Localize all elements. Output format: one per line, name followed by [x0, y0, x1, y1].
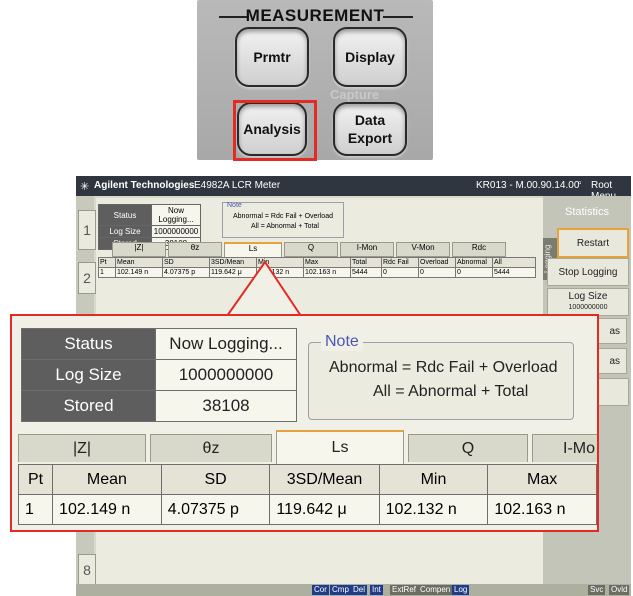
- zoom-cell-pt: 1: [17, 494, 54, 525]
- zoom-col-max: Max: [487, 464, 597, 495]
- zoom-col-sd: SD: [160, 464, 271, 495]
- tab-theta-z[interactable]: θz: [150, 434, 272, 462]
- zoom-log-size-value: 1000000000: [155, 359, 297, 391]
- zoom-log-size-label: Log Size: [21, 359, 156, 391]
- parameter-tabs: |Z| θz Ls Q I-Mo: [18, 430, 597, 464]
- zoom-col-pt: Pt: [17, 464, 54, 495]
- note-line-1: Abnormal = Rdc Fail + Overload: [329, 359, 558, 376]
- zoom-cell-sd: 4.07375 p: [160, 494, 271, 525]
- note-title: Note: [321, 333, 363, 351]
- zoom-status-value: Now Logging...: [155, 328, 297, 360]
- zoom-status-label: Status: [21, 328, 156, 360]
- zoom-callout: Status Now Logging... Log Size 1000000000 …: [10, 314, 599, 532]
- status-table: Status Now Logging... Log Size 1000000000 …: [21, 328, 297, 422]
- zoom-cell-max: 102.163 n: [487, 494, 597, 525]
- note-line-2: All = Abnormal + Total: [373, 383, 529, 400]
- zoom-cell-3sd-mean: 119.642 μ: [269, 494, 380, 525]
- tab-imon[interactable]: I-Mo: [532, 434, 597, 462]
- zoom-cell-mean: 102.149 n: [52, 494, 162, 525]
- zoom-stored-value: 38108: [155, 390, 297, 422]
- zoom-col-mean: Mean: [52, 464, 162, 495]
- zoom-stored-label: Stored: [21, 390, 156, 422]
- statistics-table: Pt Mean SD 3SD/Mean Min Max 1 102.149 n …: [17, 464, 597, 525]
- tab-q[interactable]: Q: [408, 434, 528, 462]
- tab-ls[interactable]: Ls: [276, 430, 404, 464]
- tab-z[interactable]: |Z|: [18, 434, 146, 462]
- zoom-col-3sd-mean: 3SD/Mean: [269, 464, 380, 495]
- zoom-cell-min: 102.132 n: [378, 494, 489, 525]
- note-box: Note Abnormal = Rdc Fail + Overload All …: [308, 333, 574, 420]
- zoom-col-min: Min: [378, 464, 489, 495]
